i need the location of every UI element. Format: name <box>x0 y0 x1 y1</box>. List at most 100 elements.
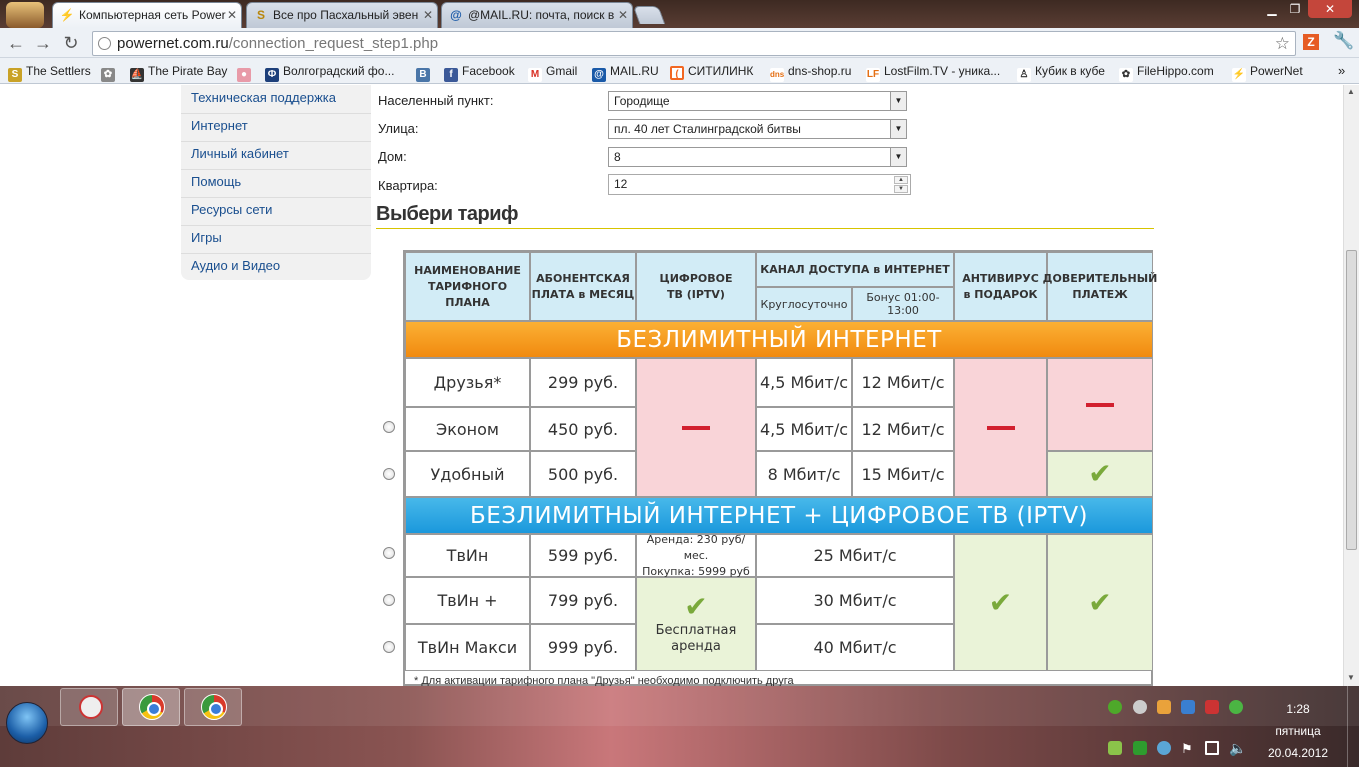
header-channel-bonus: Бонус 01:00-13:00 <box>852 287 954 321</box>
trust-unavailable-cell <box>1047 358 1153 451</box>
chevron-down-icon[interactable]: ▼ <box>890 120 906 138</box>
bookmark-pig[interactable]: ● <box>237 62 255 82</box>
bookmark-vk[interactable]: В <box>416 62 434 82</box>
bookmark-kubik[interactable]: ♙ Кубик в кубе <box>1017 62 1105 82</box>
tab-mailru[interactable]: @ @MAIL.RU: почта, поиск в ✕ <box>441 2 633 28</box>
street-select[interactable]: пл. 40 лет Сталинградской битвы ▼ <box>608 119 907 139</box>
tray-app-icon[interactable] <box>1205 700 1219 714</box>
sidebar-item-internet[interactable]: Интернет <box>191 113 248 141</box>
plan-price: 299 руб. <box>530 358 636 407</box>
bookmark-dns-shop[interactable]: dns dns-shop.ru <box>770 62 851 82</box>
minimize-window-icon[interactable]: ▁ <box>1260 0 1284 18</box>
puzzle-icon: ✿ <box>101 68 115 82</box>
address-bar[interactable]: powernet.com.ru/connection_request_step1… <box>92 31 1296 56</box>
pig-icon: ● <box>237 68 251 82</box>
antivirus-tray-icon[interactable] <box>1229 700 1243 714</box>
bookmark-facebook[interactable]: f Facebook <box>444 62 515 82</box>
settlement-select[interactable]: Городище ▼ <box>608 91 907 111</box>
utorrent-icon[interactable] <box>1108 700 1122 714</box>
wrench-menu-icon[interactable]: 🔧 <box>1333 31 1354 51</box>
stepper-up-icon[interactable]: ▲ <box>894 176 908 184</box>
lostfilm-icon: LF <box>866 68 880 82</box>
show-desktop-button[interactable] <box>1347 686 1359 767</box>
apartment-stepper[interactable]: 12 ▲ ▼ <box>608 174 911 195</box>
powernet-bolt-icon: ⚡ <box>59 8 75 22</box>
tariff-radio-tvin[interactable] <box>383 547 395 559</box>
windows-start-button[interactable] <box>6 702 48 744</box>
zotero-extension-icon[interactable]: Z <box>1303 34 1319 50</box>
sidebar-item-help[interactable]: Помощь <box>191 169 241 197</box>
apartment-label: Квартира: <box>378 178 438 193</box>
tray-app-icon[interactable] <box>1133 741 1147 755</box>
house-label: Дом: <box>378 149 407 164</box>
bookmark-powernet[interactable]: ⚡ PowerNet <box>1232 62 1303 82</box>
header-channel: КАНАЛ ДОСТУПА в ИНТЕРНЕТ <box>756 252 954 287</box>
reload-icon[interactable]: ↻ <box>60 32 82 54</box>
tray-app-icon[interactable] <box>1181 700 1195 714</box>
chrome-icon <box>139 694 165 720</box>
tray-app-icon[interactable] <box>1157 700 1171 714</box>
bookmark-citilink[interactable]: (СИТИЛИНК <box>670 62 753 80</box>
sidebar-item-cabinet[interactable]: Личный кабинет <box>191 141 289 169</box>
more-bookmarks-chevron-icon[interactable]: » <box>1338 62 1345 80</box>
gmail-icon: M <box>528 68 542 82</box>
bookmark-mailru[interactable]: @ MAIL.RU <box>592 62 659 82</box>
close-tab-icon[interactable]: ✕ <box>618 3 628 27</box>
restore-window-icon[interactable]: ❐ <box>1284 0 1306 18</box>
bookmark-settlers[interactable]: S The Settlers <box>8 62 91 82</box>
header-antivirus: АНТИВИРУС в ПОДАРОК <box>954 252 1047 321</box>
bookmark-lostfilm[interactable]: LF LostFilm.TV - уника... <box>866 62 1000 82</box>
close-tab-icon[interactable]: ✕ <box>423 3 433 27</box>
sidebar-item-audio-video[interactable]: Аудио и Видео <box>191 253 280 281</box>
tariff-radio-tvin-maxi[interactable] <box>383 641 395 653</box>
forward-arrow-icon[interactable]: → <box>32 32 54 54</box>
page-viewport: Техническая поддержка Интернет Личный ка… <box>0 85 1343 686</box>
house-select[interactable]: 8 ▼ <box>608 147 907 167</box>
tray-app-icon[interactable] <box>1108 741 1122 755</box>
chevron-down-icon[interactable]: ▼ <box>890 148 906 166</box>
tray-app-icon[interactable] <box>1133 700 1147 714</box>
bookmark-icon-only[interactable]: ✿ <box>101 62 119 82</box>
header-plan: НАИМЕНОВАНИЕ ТАРИФНОГО ПЛАНА <box>405 252 530 321</box>
tariff-radio-econom[interactable] <box>383 421 395 433</box>
powernet-bolt-icon: ⚡ <box>1232 68 1246 82</box>
chevron-down-icon[interactable]: ▼ <box>890 92 906 110</box>
bookmark-volgograd-forum[interactable]: Ф Волгоградский фо... <box>265 62 394 82</box>
back-arrow-icon[interactable]: ← <box>5 32 27 54</box>
section-title: Выбери тариф <box>376 203 519 225</box>
taskbar-clock[interactable]: 1:28 пятница 20.04.2012 <box>1262 698 1334 764</box>
taskbar-app-chrome-2[interactable] <box>184 688 242 726</box>
bookmark-star-icon[interactable]: ☆ <box>1275 32 1290 55</box>
chrome-icon <box>201 694 227 720</box>
sidebar-item-support[interactable]: Техническая поддержка <box>191 85 336 113</box>
new-tab-button[interactable] <box>632 6 666 24</box>
scroll-up-icon[interactable]: ▲ <box>1347 87 1355 96</box>
antivirus-unavailable-cell <box>954 358 1047 497</box>
tab-settlers[interactable]: S Все про Пасхальный эвен ✕ <box>246 2 438 28</box>
scrollbar-thumb[interactable] <box>1346 250 1357 550</box>
plan-bonus: 15 Мбит/с <box>852 451 954 497</box>
plan-speed: 8 Мбит/с <box>756 451 852 497</box>
bookmark-gmail[interactable]: M Gmail <box>528 62 577 82</box>
sidebar-item-resources[interactable]: Ресурсы сети <box>191 197 272 225</box>
stepper-down-icon[interactable]: ▼ <box>894 185 908 193</box>
page-scrollbar[interactable]: ▲ ▼ <box>1343 85 1359 686</box>
tray-app-icon[interactable] <box>1157 741 1171 755</box>
plan-bonus: 12 Мбит/с <box>852 407 954 451</box>
tariff-radio-udobny[interactable] <box>383 468 395 480</box>
divider <box>376 228 1154 229</box>
bookmark-piratebay[interactable]: ⛵ The Pirate Bay <box>130 62 227 82</box>
tariff-radio-tvin-plus[interactable] <box>383 594 395 606</box>
tab-powernet[interactable]: ⚡ Компьютерная сеть Power ✕ <box>52 2 242 28</box>
volume-icon[interactable]: 🔈 <box>1229 740 1246 756</box>
close-tab-icon[interactable]: ✕ <box>227 3 237 27</box>
bookmark-filehippo[interactable]: ✿ FileHippo.com <box>1119 62 1214 82</box>
scroll-down-icon[interactable]: ▼ <box>1347 673 1355 682</box>
taskbar-app-tools[interactable] <box>60 688 118 726</box>
network-icon[interactable] <box>1205 741 1219 755</box>
taskbar-app-chrome[interactable] <box>122 688 180 726</box>
dns-icon: dns <box>770 68 784 82</box>
sidebar-item-games[interactable]: Игры <box>191 225 222 253</box>
close-window-icon[interactable]: ✕ <box>1308 0 1352 18</box>
action-center-flag-icon[interactable]: ⚑ <box>1181 741 1195 756</box>
